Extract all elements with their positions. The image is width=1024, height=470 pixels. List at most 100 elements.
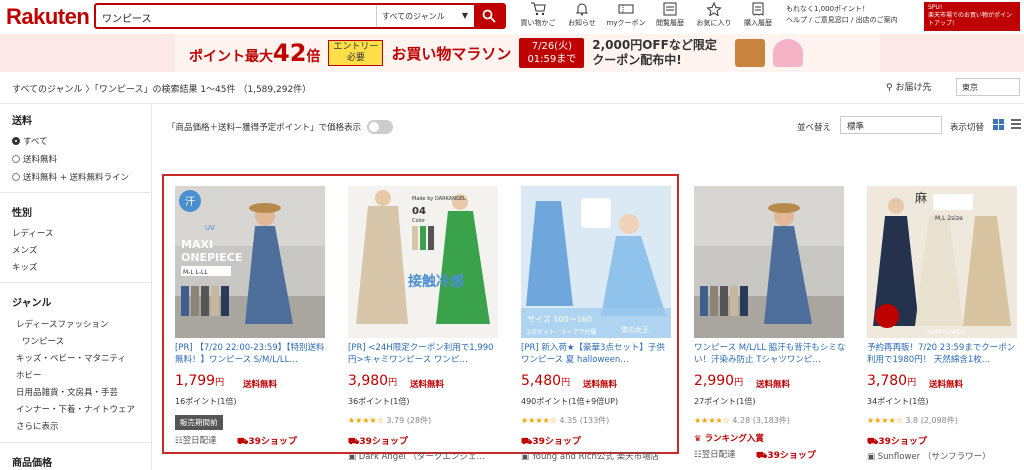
shop39-badge: ⛟39ショップ bbox=[867, 434, 927, 448]
promo-line[interactable]: もれなく1,000ポイント！ bbox=[786, 4, 898, 15]
image-brand: Made by DARKANGEL bbox=[412, 196, 466, 202]
product-image[interactable]: 麻 M,L 2size SUNFLOWER bbox=[867, 186, 1017, 338]
campaign-banner[interactable]: ポイント最大42倍 エントリー 必要 お買い物マラソン 7/26(火) 01:59ま… bbox=[0, 34, 1024, 72]
shaved-ice-image bbox=[772, 39, 803, 67]
header-links[interactable]: ヘルプ / ご意見窓口 / 出店のご案内 bbox=[786, 15, 898, 26]
review-count: (2,098件) bbox=[920, 416, 958, 425]
genre-item[interactable]: ホビー bbox=[16, 369, 42, 381]
banner-point-prefix: ポイント最大 bbox=[189, 49, 273, 65]
bag-image bbox=[734, 39, 765, 67]
review-count: (3,183件) bbox=[752, 416, 790, 425]
genre-show-more[interactable]: さらに表示 bbox=[16, 420, 59, 432]
shipping-option-free-label: 送料無料 bbox=[23, 155, 58, 165]
banner-offer-line2: クーポン配布中! bbox=[592, 53, 682, 67]
receipt-icon bbox=[752, 2, 764, 16]
sidebar-divider bbox=[0, 442, 152, 443]
price-display-toggle[interactable] bbox=[367, 120, 394, 134]
product-image[interactable]: Made by DARKANGEL 04 Color 接触冷感 bbox=[348, 186, 498, 338]
shop39-badge: ⛟39ショップ bbox=[521, 434, 581, 448]
header-notice[interactable]: お知らせ bbox=[560, 2, 604, 28]
truck-icon: ⛟ bbox=[237, 437, 249, 447]
shop39-label: 39ショップ bbox=[532, 437, 581, 447]
genre-select[interactable]: すべてのジャンル ▼ bbox=[376, 5, 474, 27]
header: Rakuten ワンピース すべてのジャンル ▼ 買い物かご お知らせ myクーポ… bbox=[0, 0, 1024, 33]
product-rating: ★★★★☆ 4.35 (133件) bbox=[521, 415, 609, 426]
header-purchase-label: 購入履歴 bbox=[744, 19, 772, 27]
image-size: サイズ 100〜160 bbox=[527, 314, 592, 324]
genre-item[interactable]: インナー・下着・ナイトウェア bbox=[16, 403, 135, 415]
grid-view-icon[interactable] bbox=[993, 119, 1004, 130]
header-coupon-label: myクーポン bbox=[606, 19, 646, 27]
shop-icon: ▣ bbox=[348, 452, 357, 462]
spu-label: SPU! bbox=[928, 4, 943, 11]
shop39-label: 39ショップ bbox=[248, 437, 297, 447]
review-count: (133件) bbox=[579, 416, 610, 425]
banner-entry-line2: 必要 bbox=[346, 53, 365, 63]
list-view-icon[interactable] bbox=[1011, 119, 1021, 130]
product-title[interactable]: ワンピース M/L/LL 脇汗も背汗もシミない！汗染み防止 Tシャツワンピ… bbox=[694, 342, 846, 368]
shop-name[interactable]: ▣ Young and Rich公式 楽天市場店 bbox=[521, 450, 659, 462]
truck-icon: ⛟ bbox=[867, 437, 879, 447]
product-title[interactable]: [PR] 新入荷★【豪華3点セット】子供 ワンピース 夏 halloween… bbox=[521, 342, 673, 368]
shipping-option-all[interactable]: すべて bbox=[12, 135, 48, 147]
delivery-select[interactable]: 東京 bbox=[956, 78, 1020, 96]
shop-name[interactable]: ▣ Dark Angel （ダークエンジェ… bbox=[348, 450, 485, 462]
banner-deadline: 7/26(火) 01:59まで bbox=[519, 38, 585, 68]
rating-stars-icon: ★★★★☆ bbox=[867, 416, 903, 425]
header-history-label: 閲覧履歴 bbox=[656, 19, 684, 27]
rating-value: 3.8 bbox=[905, 416, 919, 425]
truck-icon: ⛟ bbox=[521, 437, 533, 447]
genre-item[interactable]: キッズ・ベビー・マタニティ bbox=[16, 352, 126, 364]
product-image[interactable]: 汗 UV MAXI ONEPIECE M-L L-LL bbox=[175, 186, 325, 338]
rating-value: 4.28 bbox=[732, 416, 751, 425]
header-purchase[interactable]: 購入履歴 bbox=[736, 2, 780, 28]
coupon-icon bbox=[618, 4, 634, 14]
image-badge-text: 汗 bbox=[185, 195, 195, 208]
header-history[interactable]: 閲覧履歴 bbox=[648, 2, 692, 28]
genre-item[interactable]: ワンピース bbox=[22, 335, 64, 347]
delivery-location[interactable]: ⚲ お届け先 bbox=[886, 80, 931, 93]
shipping-free-label: 送料無料 bbox=[929, 380, 964, 390]
gender-item-mens[interactable]: メンズ bbox=[12, 244, 37, 256]
header-cart[interactable]: 買い物かご bbox=[516, 2, 560, 28]
breadcrumb[interactable]: すべてのジャンル 〉「ワンピース」の検索結果 1〜45件 （1,589,292件… bbox=[12, 82, 311, 95]
sort-select[interactable]: 標準 bbox=[840, 116, 942, 134]
genre-select-value: すべてのジャンル bbox=[382, 12, 445, 21]
product-image[interactable] bbox=[694, 186, 844, 338]
product-title[interactable]: [PR] <24H限定クーポン利用で1,990円>キャミワンピース ワンピ… bbox=[348, 342, 500, 368]
product-price: 1,799円 bbox=[175, 373, 225, 389]
genre-item[interactable]: レディースファッション bbox=[16, 318, 108, 330]
sidebar: 送料 すべて 送料無料 送料無料 + 送料無料ライン 性別 レディース メンズ … bbox=[0, 104, 152, 470]
gender-item-kids[interactable]: キッズ bbox=[12, 261, 38, 273]
product-price-value: 3,980 bbox=[348, 373, 389, 389]
header-favorite[interactable]: お気に入り bbox=[692, 2, 736, 28]
shipping-option-free-line[interactable]: 送料無料 + 送料無料ライン bbox=[12, 171, 129, 183]
ranking-badge[interactable]: ♛ ランキング入賞 bbox=[694, 432, 764, 444]
genre-item[interactable]: 日用品雑貨・文房具・手芸 bbox=[16, 386, 118, 398]
product-title[interactable]: [PR] 【7/20 22:00-23:59】【特別送料無料！】ワンピース S/… bbox=[175, 342, 327, 368]
header-favorite-label: お気に入り bbox=[696, 19, 732, 27]
product-points: 16ポイント(1倍) bbox=[175, 397, 237, 406]
search-icon bbox=[482, 9, 496, 23]
gender-item-ladies[interactable]: レディース bbox=[12, 227, 53, 239]
product-image[interactable]: サイズ 100〜160 2点セット・ティアラ付属 雪の女王 bbox=[521, 186, 671, 338]
search-button[interactable] bbox=[474, 5, 504, 27]
rakuten-logo[interactable]: Rakuten bbox=[6, 4, 90, 30]
search-input[interactable]: ワンピース bbox=[96, 5, 376, 27]
header-notice-label: お知らせ bbox=[568, 19, 596, 27]
image-brand: SUNFLOWER bbox=[927, 329, 965, 336]
header-icons: 買い物かご お知らせ myクーポン 閲覧履歴 お気に入り 購入履歴 bbox=[516, 2, 780, 28]
price-display-toggle-row: 「商品価格＋送料−獲得予定ポイント」で価格表示 bbox=[167, 120, 394, 134]
product-points: 27ポイント(1倍) bbox=[694, 397, 756, 406]
price-display-label: 「商品価格＋送料−獲得予定ポイント」で価格表示 bbox=[167, 123, 362, 133]
image-heading2: ONEPIECE bbox=[181, 251, 242, 264]
truck-icon: ⛟ bbox=[756, 451, 768, 461]
spu-banner[interactable]: SPU! 楽天市場でのお買い物がポイントアップ! bbox=[924, 2, 1020, 31]
banner-point-number: 42 bbox=[273, 39, 307, 67]
product-price: 3,980円 bbox=[348, 373, 398, 389]
header-coupon[interactable]: myクーポン bbox=[604, 2, 648, 28]
shop-name[interactable]: ▣ Sunflower （サンフラワー） bbox=[867, 450, 991, 462]
shop39-label: 39ショップ bbox=[767, 451, 816, 461]
shipping-option-free[interactable]: 送料無料 bbox=[12, 153, 57, 165]
product-title[interactable]: 予約再再販！7/20 23:59までクーポン利用で1980円！ 天然綿含1枚… bbox=[867, 342, 1019, 368]
